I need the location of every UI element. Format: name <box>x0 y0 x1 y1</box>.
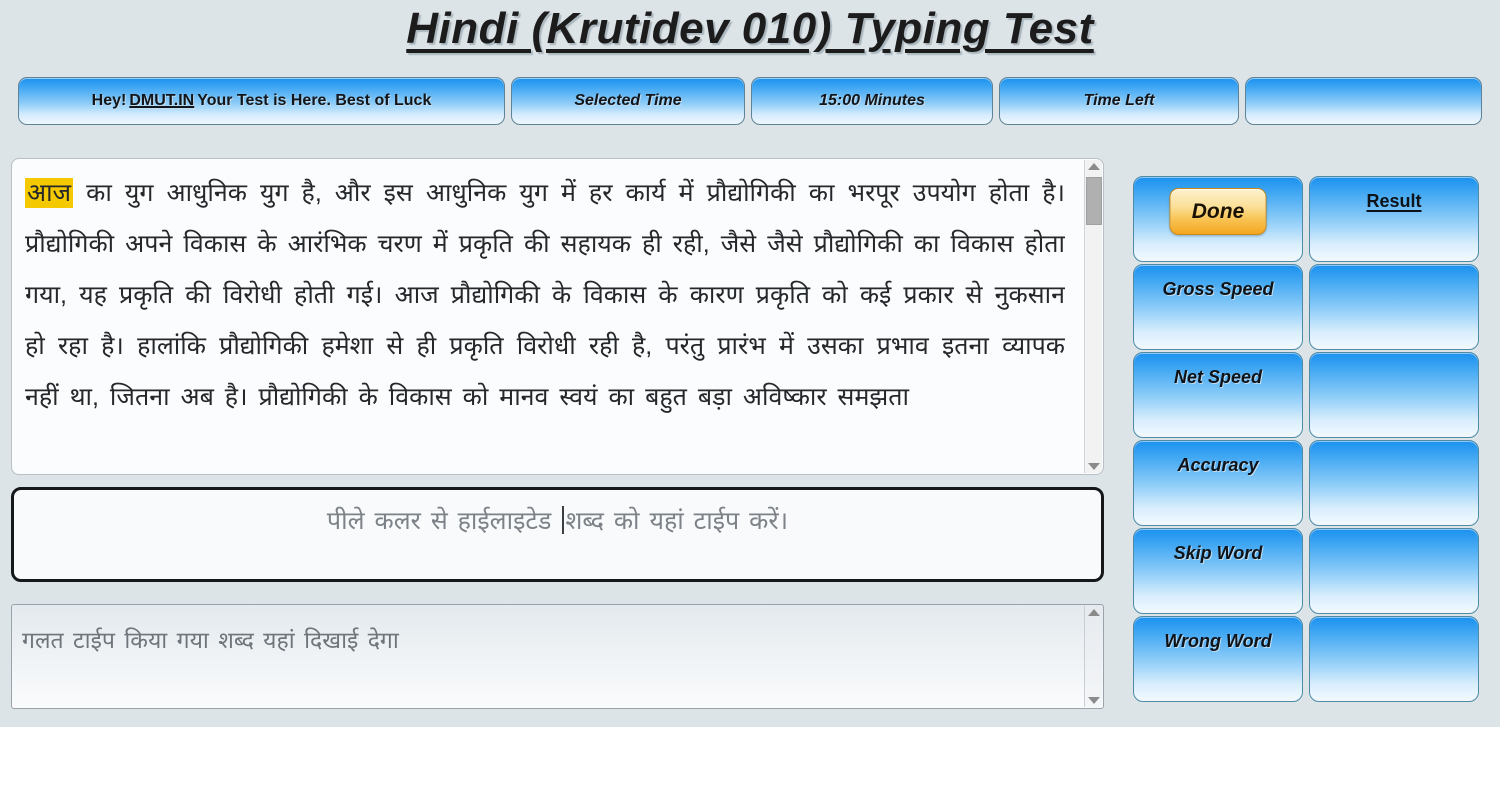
placeholder-part-one: पीले कलर से हाईलाइटेड <box>326 507 562 535</box>
skip-word-value-cell <box>1309 528 1479 614</box>
net-speed-value-cell <box>1309 352 1479 438</box>
scroll-down-arrow-icon[interactable] <box>1087 463 1100 470</box>
skip-word-label-cell: Skip Word <box>1133 528 1303 614</box>
time-left-value-cell <box>1245 77 1482 125</box>
greeting-suffix: Your Test is Here. Best of Luck <box>197 92 432 109</box>
scrollbar-thumb[interactable] <box>1086 177 1102 225</box>
accuracy-label: Accuracy <box>1177 455 1259 475</box>
done-cell: Done <box>1133 176 1303 262</box>
wrong-word-label: Wrong Word <box>1164 631 1272 651</box>
gross-speed-value-cell <box>1309 264 1479 350</box>
passage-text: आज का युग आधुनिक युग है, और इस आधुनिक यु… <box>25 168 1065 468</box>
placeholder-part-two: शब्द को यहां टाईप करें। <box>565 507 789 535</box>
wrong-word-placeholder: गलत टाईप किया गया शब्द यहां दिखाई देगा <box>22 627 399 653</box>
wrong-word-scrollbar[interactable] <box>1084 606 1102 707</box>
typing-test-app: Hindi (Krutidev 010) Typing Test Hey! DM… <box>0 0 1500 800</box>
gross-speed-label-cell: Gross Speed <box>1133 264 1303 350</box>
highlighted-word: आज <box>25 178 74 208</box>
accuracy-label-cell: Accuracy <box>1133 440 1303 526</box>
net-speed-label-cell: Net Speed <box>1133 352 1303 438</box>
info-bar: Hey! DMUT.IN Your Test is Here. Best of … <box>18 77 1482 125</box>
greeting-prefix: Hey! <box>91 92 127 109</box>
typing-input[interactable]: पीले कलर से हाईलाइटेड शब्द को यहां टाईप … <box>11 487 1104 582</box>
page-title: Hindi (Krutidev 010) Typing Test <box>406 4 1094 53</box>
time-left-label-cell: Time Left <box>999 77 1239 125</box>
result-cell[interactable]: Result <box>1309 176 1479 262</box>
done-button[interactable]: Done <box>1169 188 1267 235</box>
accuracy-value-cell <box>1309 440 1479 526</box>
wrong-word-output[interactable]: गलत टाईप किया गया शब्द यहां दिखाई देगा <box>11 604 1104 709</box>
passage-panel: आज का युग आधुनिक युग है, और इस आधुनिक यु… <box>11 158 1104 475</box>
passage-remainder: का युग आधुनिक युग है, और इस आधुनिक युग म… <box>25 179 1065 411</box>
brand-link[interactable]: DMUT.IN <box>129 92 194 110</box>
typing-input-placeholder: पीले कलर से हाईलाइटेड शब्द को यहां टाईप … <box>14 503 1101 537</box>
scroll-up-arrow-icon[interactable] <box>1087 163 1100 170</box>
selected-time-value-cell: 15:00 Minutes <box>751 77 993 125</box>
wrong-word-value-cell <box>1309 616 1479 702</box>
passage-scrollbar[interactable] <box>1084 160 1102 473</box>
greeting-cell: Hey! DMUT.IN Your Test is Here. Best of … <box>18 77 505 125</box>
stats-panel: Done Result Gross Speed Net Speed Accura… <box>1133 176 1483 702</box>
wrong-word-label-cell: Wrong Word <box>1133 616 1303 702</box>
selected-time-label-cell: Selected Time <box>511 77 745 125</box>
net-speed-label: Net Speed <box>1173 367 1263 387</box>
text-caret <box>562 506 565 534</box>
scroll-down-arrow-icon[interactable] <box>1087 697 1100 704</box>
gross-speed-label: Gross Speed <box>1162 279 1274 299</box>
result-label[interactable]: Result <box>1310 191 1478 212</box>
scroll-up-arrow-icon[interactable] <box>1087 609 1100 616</box>
skip-word-label: Skip Word <box>1173 543 1263 563</box>
